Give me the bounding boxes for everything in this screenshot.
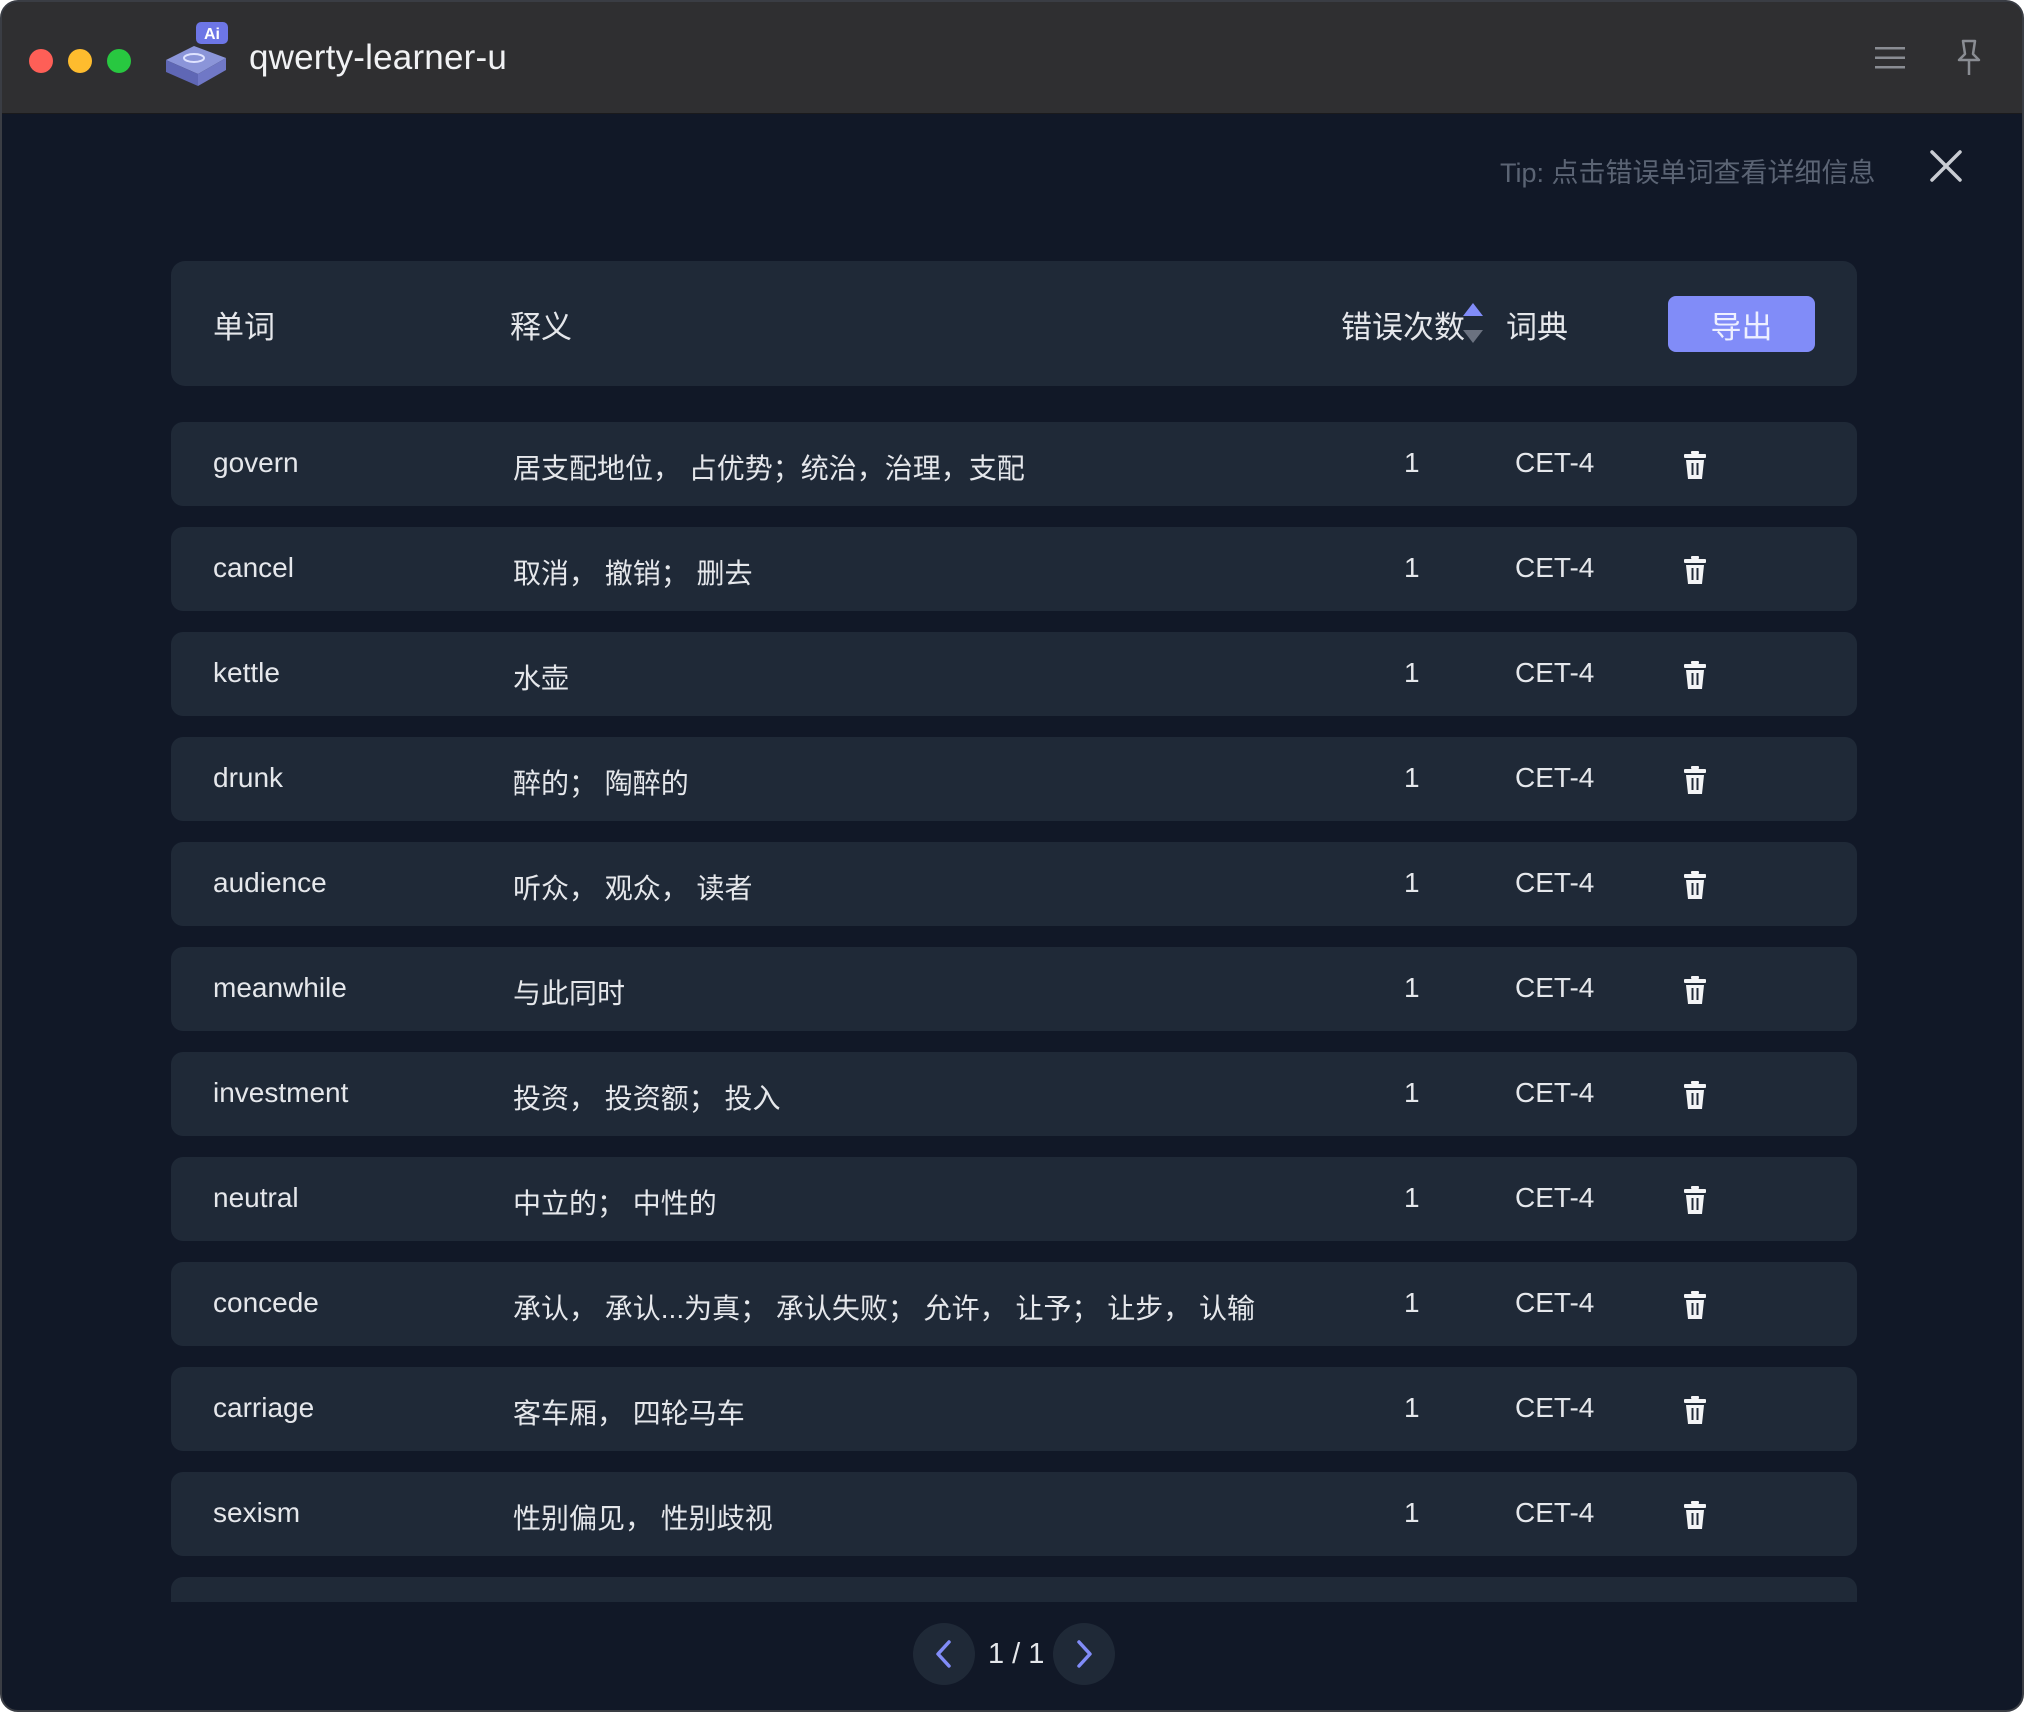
error-count-cell: 1	[1404, 867, 1420, 898]
word-cell: govern	[213, 447, 299, 478]
chevron-right-icon	[1077, 1640, 1092, 1668]
error-count-cell: 1	[1404, 657, 1420, 688]
table-row[interactable]: concede 承认， 承认...为真； 承认失败； 允许， 让予； 让步， 认输…	[171, 1262, 1857, 1346]
table-row[interactable]: neutral 中立的； 中性的 1 CET-4	[171, 1157, 1857, 1241]
word-cell: carriage	[213, 1392, 315, 1423]
delete-icon[interactable]	[1683, 450, 1707, 480]
close-icon[interactable]	[1928, 148, 1964, 184]
table-row[interactable]: kettle 水壶 1 CET-4	[171, 632, 1857, 716]
table-row[interactable]: sexism 性别偏见， 性别歧视 1 CET-4	[171, 1472, 1857, 1556]
error-count-cell: 1	[1404, 762, 1420, 793]
error-count-cell: 1	[1404, 1287, 1420, 1318]
delete-icon[interactable]	[1683, 765, 1707, 795]
table-row[interactable]: meanwhile 与此同时 1 CET-4	[171, 947, 1857, 1031]
prev-page-button[interactable]	[913, 1623, 975, 1685]
word-cell: investment	[213, 1077, 349, 1108]
dictionary-cell: CET-4	[1515, 1077, 1595, 1108]
dictionary-cell: CET-4	[1515, 1182, 1595, 1213]
word-cell: concede	[213, 1287, 319, 1318]
table-row[interactable]: carriage 客车厢， 四轮马车 1 CET-4	[171, 1367, 1857, 1451]
tip-text: Tip: 点击错误单词查看详细信息	[1500, 158, 1876, 188]
close-window-button[interactable]	[29, 49, 53, 73]
dictionary-cell: CET-4	[1515, 1497, 1595, 1528]
delete-icon[interactable]	[1683, 1395, 1707, 1425]
header-error-count[interactable]: 错误次数	[1341, 302, 1465, 347]
error-count-cell: 1	[1404, 447, 1420, 478]
page-indicator: 1 / 1	[988, 1638, 1045, 1670]
sort-icon[interactable]	[1462, 301, 1484, 345]
dictionary-cell: CET-4	[1515, 1392, 1595, 1423]
table-row[interactable]: cancel 取消， 撤销； 删去 1 CET-4	[171, 527, 1857, 611]
dictionary-cell: CET-4	[1515, 447, 1595, 478]
app-window: Ai qwerty-learner-u Tip: 点击错误单词查看详细信息 单词…	[0, 0, 2024, 1712]
next-page-button[interactable]	[1053, 1623, 1115, 1685]
translation-cell: 水壶	[513, 663, 570, 694]
dictionary-cell: CET-4	[1515, 552, 1595, 583]
translation-cell: 听众， 观众， 读者	[513, 873, 753, 904]
delete-icon[interactable]	[1683, 660, 1707, 690]
app-logo-icon: Ai	[166, 22, 228, 86]
menu-icon[interactable]	[1875, 45, 1905, 71]
dictionary-cell: CET-4	[1515, 657, 1595, 688]
translation-cell: 与此同时	[513, 978, 626, 1009]
delete-icon[interactable]	[1683, 1080, 1707, 1110]
delete-icon[interactable]	[1683, 870, 1707, 900]
dictionary-cell: CET-4	[1515, 972, 1595, 1003]
delete-icon[interactable]	[1683, 555, 1707, 585]
header-word: 单词	[213, 310, 275, 345]
error-word-list: govern 居支配地位， 占优势；统治，治理，支配 1 CET-4 cancel 取消，…	[171, 422, 1857, 1602]
header-dictionary: 词典	[1506, 310, 1568, 345]
word-cell: sexism	[213, 1497, 301, 1528]
table-row[interactable]: audience 听众， 观众， 读者 1 CET-4	[171, 842, 1857, 926]
title-bar: Ai qwerty-learner-u	[2, 2, 2022, 114]
word-cell: audience	[213, 867, 327, 898]
word-cell: meanwhile	[213, 972, 347, 1003]
minimize-window-button[interactable]	[68, 49, 92, 73]
maximize-window-button[interactable]	[107, 49, 131, 73]
translation-cell: 客车厢， 四轮马车	[513, 1398, 745, 1429]
error-count-cell: 1	[1404, 1497, 1420, 1528]
export-button[interactable]: 导出	[1668, 296, 1815, 352]
window-title: qwerty-learner-u	[249, 38, 508, 77]
translation-cell: 醉的； 陶醉的	[513, 768, 689, 799]
translation-cell: 性别偏见， 性别歧视	[513, 1503, 773, 1534]
dictionary-cell: CET-4	[1515, 762, 1595, 793]
word-cell: cancel	[213, 552, 294, 583]
translation-cell: 承认， 承认...为真； 承认失败； 允许， 让予； 让步， 认输	[513, 1293, 1256, 1324]
word-cell: kettle	[213, 657, 280, 688]
word-cell: neutral	[213, 1182, 299, 1213]
dictionary-cell: CET-4	[1515, 1287, 1595, 1318]
logo-badge: Ai	[204, 26, 220, 43]
error-count-cell: 1	[1404, 1182, 1420, 1213]
table-row[interactable]: govern 居支配地位， 占优势；统治，治理，支配 1 CET-4	[171, 422, 1857, 506]
error-count-cell: 1	[1404, 1392, 1420, 1423]
delete-icon[interactable]	[1683, 1290, 1707, 1320]
translation-cell: 取消， 撤销； 删去	[513, 558, 753, 589]
translation-cell: 投资， 投资额； 投入	[513, 1083, 781, 1114]
delete-icon[interactable]	[1683, 975, 1707, 1005]
table-row[interactable]: investment 投资， 投资额； 投入 1 CET-4	[171, 1052, 1857, 1136]
delete-icon[interactable]	[1683, 1500, 1707, 1530]
error-count-cell: 1	[1404, 1077, 1420, 1108]
chevron-left-icon	[936, 1640, 951, 1668]
delete-icon[interactable]	[1683, 1185, 1707, 1215]
table-row[interactable]: drunk 醉的； 陶醉的 1 CET-4	[171, 737, 1857, 821]
dictionary-cell: CET-4	[1515, 867, 1595, 898]
word-cell: drunk	[213, 762, 284, 793]
table-row[interactable]	[171, 1577, 1857, 1602]
table-header: 单词 释义 错误次数 词典 导出	[171, 261, 1857, 386]
error-count-cell: 1	[1404, 552, 1420, 583]
pin-icon[interactable]	[1954, 38, 1984, 78]
error-count-cell: 1	[1404, 972, 1420, 1003]
translation-cell: 中立的； 中性的	[513, 1188, 717, 1219]
header-translation: 释义	[510, 310, 572, 345]
translation-cell: 居支配地位， 占优势；统治，治理，支配	[513, 453, 1025, 484]
